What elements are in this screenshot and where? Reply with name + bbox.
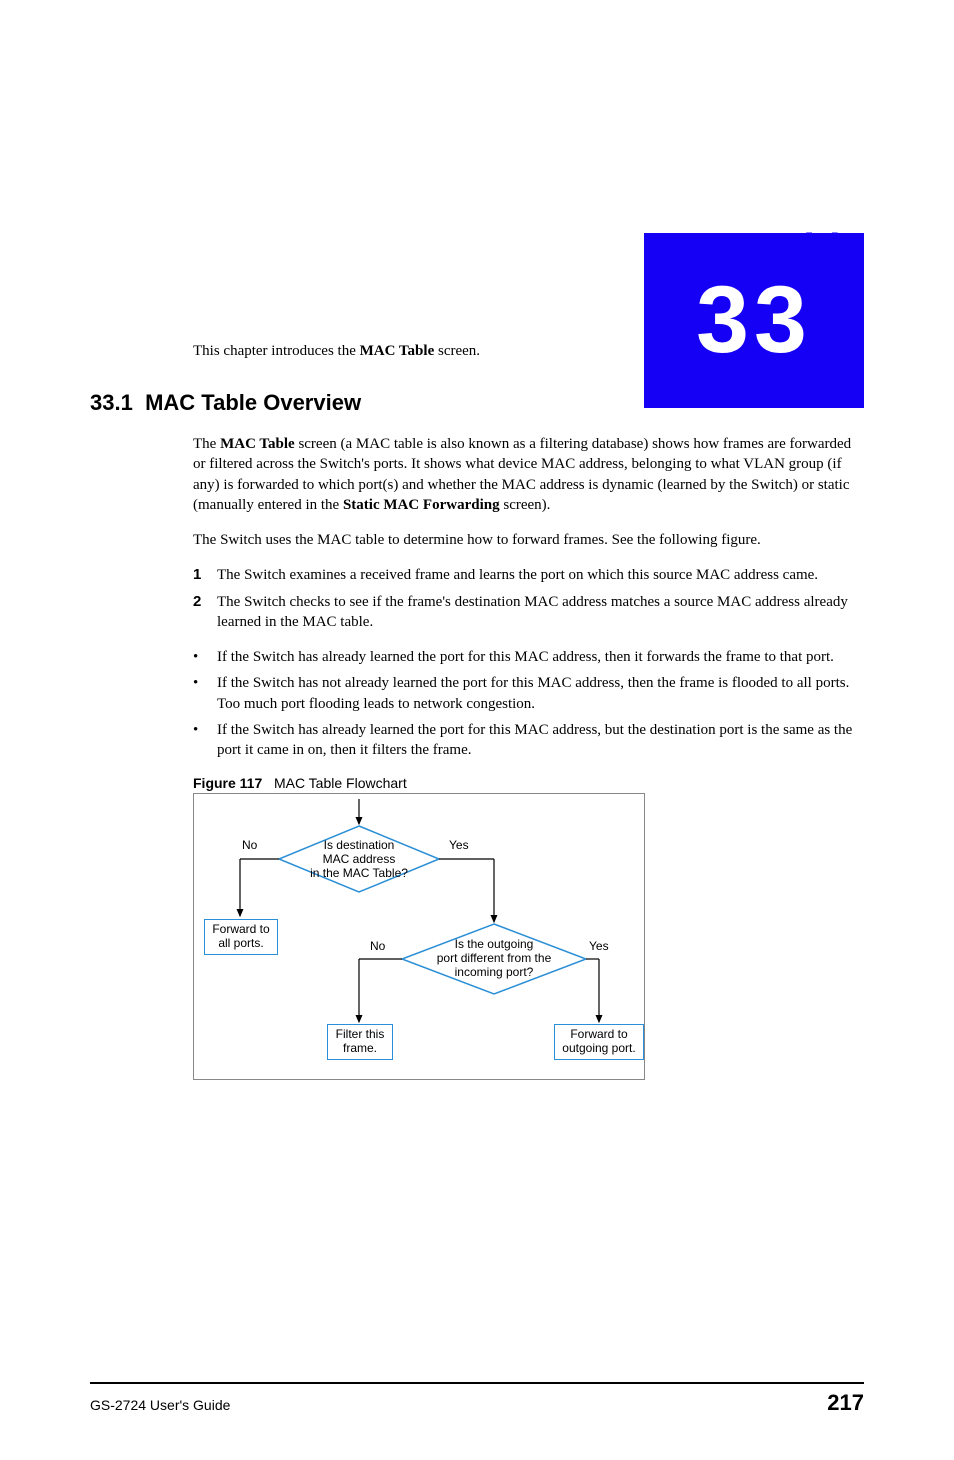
decision-2-text: Is the outgoing port different from the … [429,938,559,979]
footer-guide: GS-2724 User's Guide [90,1397,230,1413]
figure-caption: Figure 117 MAC Table Flowchart [193,775,864,791]
page-footer: GS-2724 User's Guide 217 [90,1382,864,1416]
flowchart: Is destination MAC address in the MAC Ta… [193,793,645,1080]
intro-text-suffix: screen. [434,343,480,359]
section-title: MAC Table Overview [145,390,361,415]
list-item: 2The Switch checks to see if the frame's… [193,592,864,633]
page-content: 33 MAC Table This chapter introduces the… [0,225,954,1080]
section-number: 33.1 [90,390,133,415]
intro-bold: MAC Table [360,343,435,359]
yes-label-1: Yes [449,839,469,853]
box-forward-all: Forward to all ports. [204,919,278,955]
no-label-2: No [370,940,385,954]
numbered-list: 1The Switch examines a received frame an… [193,565,864,632]
list-item: •If the Switch has not already learned t… [193,673,864,714]
yes-label-2: Yes [589,940,609,954]
figure-caption-text: MAC Table Flowchart [274,775,407,791]
decision-1-text: Is destination MAC address in the MAC Ta… [309,839,409,880]
chapter-number-badge: 33 [644,233,864,408]
box-forward-out: Forward to outgoing port. [554,1024,644,1060]
footer-page-number: 217 [827,1390,864,1416]
chapter-number: 33 [696,266,812,375]
bullet-list: •If the Switch has already learned the p… [193,647,864,760]
no-label-1: No [242,839,257,853]
list-item: •If the Switch has already learned the p… [193,647,864,667]
intro-text-prefix: This chapter introduces the [193,343,360,359]
paragraph-1: The MAC Table screen (a MAC table is als… [193,434,864,515]
paragraph-2: The Switch uses the MAC table to determi… [193,530,864,550]
list-item: 1The Switch examines a received frame an… [193,565,864,585]
figure-label: Figure 117 [193,775,262,791]
list-item: •If the Switch has already learned the p… [193,720,864,761]
box-filter: Filter this frame. [327,1024,393,1060]
